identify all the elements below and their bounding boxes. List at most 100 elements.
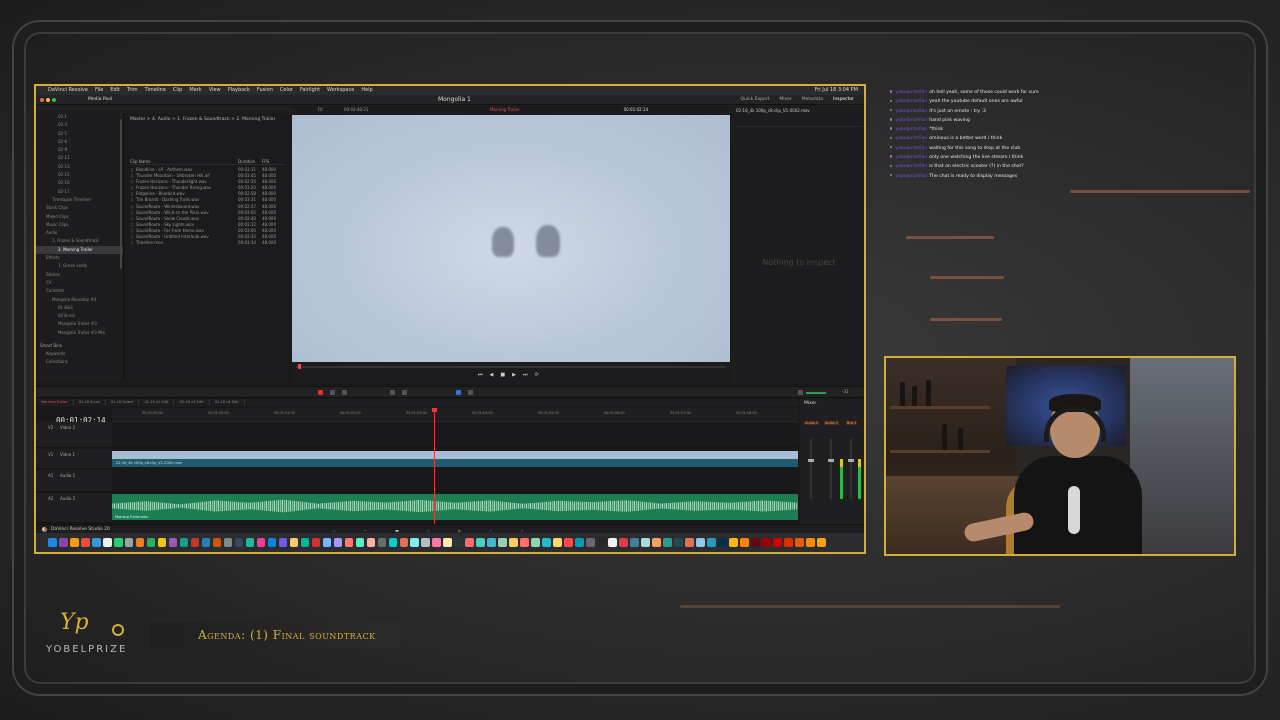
minimize-window-button[interactable] — [46, 98, 50, 102]
dock-app-icon[interactable] — [399, 538, 409, 547]
dock-app-icon[interactable] — [761, 538, 771, 547]
dock-app-icon[interactable] — [289, 538, 299, 547]
menu-item[interactable]: Trim — [127, 86, 138, 95]
dock-app-icon[interactable] — [718, 538, 727, 547]
chat-username[interactable]: yobelprizeFan — [895, 90, 927, 95]
dock-app-icon[interactable] — [179, 538, 189, 547]
dock-app-icon[interactable] — [772, 538, 782, 547]
dock-app-icon[interactable] — [805, 538, 815, 547]
dock-app-icon[interactable] — [48, 538, 57, 547]
audio-clip[interactable]: Morning Trailer.wav — [112, 494, 798, 520]
jump-end-icon[interactable]: ⏭ — [523, 372, 528, 378]
timeline-tab[interactable]: 02-16 B-roll — [74, 399, 106, 406]
dock-app-icon[interactable] — [124, 538, 134, 547]
jump-start-icon[interactable]: ⏮ — [478, 372, 483, 378]
dock-app-icon[interactable] — [300, 538, 310, 547]
zoom-window-button[interactable] — [52, 98, 56, 102]
dock-app-icon[interactable] — [256, 538, 266, 547]
bin-item[interactable]: 02-17 — [36, 188, 123, 196]
dock-app-icon[interactable] — [421, 538, 431, 547]
chat-username[interactable]: yobelprizeFan — [895, 127, 927, 132]
menu-item[interactable]: Playback — [228, 86, 250, 95]
dock-app-icon[interactable] — [69, 538, 79, 547]
fader-knob[interactable] — [848, 459, 854, 462]
dock-app-icon[interactable] — [685, 538, 694, 547]
dock-app-icon[interactable] — [751, 538, 760, 547]
viewer-timeline-name[interactable]: Morning Trailer — [490, 106, 520, 114]
bin-item[interactable]: 01 B&S — [36, 304, 123, 312]
dock-app-icon[interactable] — [355, 538, 365, 547]
bin-item[interactable]: Stories — [36, 271, 123, 279]
dock-app-icon[interactable] — [597, 538, 606, 547]
flag-icon[interactable] — [456, 390, 461, 395]
chat-username[interactable]: yobelprizeFan — [895, 99, 927, 104]
timeline-playhead[interactable] — [432, 408, 438, 524]
dock-app-icon[interactable] — [168, 538, 178, 547]
reverse-icon[interactable]: ◀ — [490, 372, 494, 378]
dock-app-icon[interactable] — [267, 538, 277, 547]
fader-knob[interactable] — [828, 459, 834, 462]
dock-app-icon[interactable] — [146, 538, 156, 547]
scrubber-handle[interactable] — [298, 364, 301, 369]
app-menu[interactable]: DaVinci Resolve — [48, 86, 88, 95]
video-frame[interactable] — [292, 115, 730, 362]
menu-item[interactable]: Help — [361, 86, 372, 95]
menu-item[interactable]: Workspace — [327, 86, 354, 95]
track-header-a2[interactable]: A2 Audio 2 — [36, 493, 112, 523]
dock-app-icon[interactable] — [80, 538, 90, 547]
dock-app-icon[interactable] — [696, 538, 705, 547]
dock-app-icon[interactable] — [212, 538, 222, 547]
chat-username[interactable]: yobelprizeFan — [895, 164, 927, 169]
dock-app-icon[interactable] — [443, 538, 453, 547]
volume-slider[interactable] — [806, 392, 826, 394]
dock-app-icon[interactable] — [608, 538, 617, 547]
chat-username[interactable]: yobelprizeFan — [895, 174, 927, 179]
menu-item[interactable]: Color — [280, 86, 293, 95]
dock-app-icon[interactable] — [333, 538, 343, 547]
dock-app-icon[interactable] — [91, 538, 101, 547]
trim-tool-icon[interactable] — [330, 390, 335, 395]
dock-app-icon[interactable] — [564, 538, 573, 547]
track-lane-a1[interactable] — [112, 470, 798, 492]
timeline-tab[interactable]: 02-18 v4 Edit — [210, 399, 245, 406]
dock-app-icon[interactable] — [201, 538, 211, 547]
bin-item[interactable]: CV — [36, 279, 123, 287]
viewer-zoom[interactable]: Fit — [318, 106, 323, 114]
dock-app-icon[interactable] — [816, 538, 826, 547]
chat-username[interactable]: yobelprizeFan — [895, 155, 927, 160]
fader-audio-2[interactable] — [828, 439, 834, 499]
dock-app-icon[interactable] — [58, 538, 68, 547]
inspector-tab[interactable]: Inspector — [833, 95, 854, 104]
bin-item[interactable]: Effects — [36, 254, 123, 262]
bin-item[interactable]: Stock Clips — [36, 204, 123, 212]
dock-app-icon[interactable] — [783, 538, 793, 547]
dock-app-icon[interactable] — [102, 538, 112, 547]
timeline-tab[interactable]: Morning Trailer — [36, 399, 74, 406]
bin-item[interactable]: Contents — [36, 287, 123, 295]
dock-app-icon[interactable] — [135, 538, 145, 547]
bin-item[interactable]: 1. Frozen & Soundtrack — [36, 237, 123, 245]
menu-item[interactable]: View — [209, 86, 221, 95]
dock-app-icon[interactable] — [410, 538, 420, 547]
dock-app-icon[interactable] — [794, 538, 804, 547]
dock-app-icon[interactable] — [542, 538, 551, 547]
bin-item[interactable]: 2. Morning Trailer — [36, 245, 123, 255]
track-header-v2[interactable]: V2 Video 2 — [36, 422, 112, 448]
dock-app-icon[interactable] — [113, 538, 123, 547]
dock-app-icon[interactable] — [278, 538, 288, 547]
chat-username[interactable]: yobelprizeFan — [895, 118, 927, 123]
clip-row[interactable]: ♫ Timeline.mov 00:03:14 48.000 — [130, 240, 286, 246]
viewer-scrubber[interactable] — [296, 364, 726, 369]
dock-app-icon[interactable] — [509, 538, 518, 547]
pointer-tool-icon[interactable] — [318, 390, 323, 395]
dock-app-icon[interactable] — [377, 538, 387, 547]
column-fps[interactable]: FPS — [262, 159, 269, 164]
video-clip[interactable]: 02-16_4k 100p_c8.clip_V1-0002.mov — [112, 451, 798, 467]
bin-item[interactable]: 02-3 — [36, 121, 123, 129]
speaker-icon[interactable] — [798, 390, 803, 395]
inspector-tabs[interactable] — [736, 119, 862, 127]
bin-item[interactable]: 02-1 — [36, 113, 123, 121]
smart-bin-keywords[interactable]: Keywords — [36, 350, 123, 358]
dock-app-icon[interactable] — [223, 538, 233, 547]
menu-item[interactable]: Timeline — [145, 86, 166, 95]
